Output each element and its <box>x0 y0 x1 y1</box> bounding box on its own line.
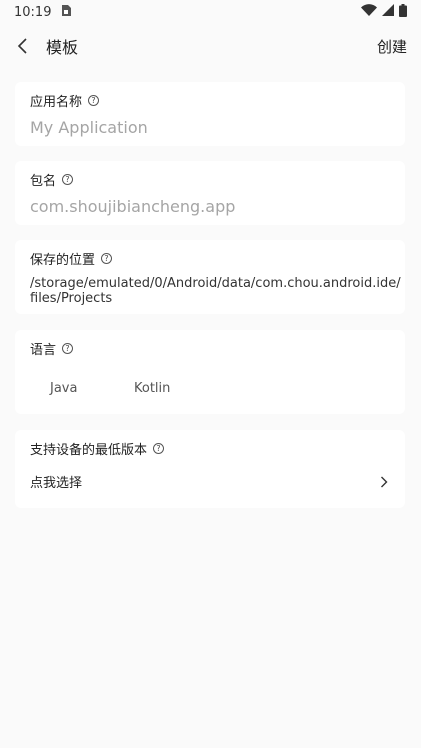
wifi-icon <box>361 4 377 20</box>
back-button[interactable] <box>12 35 34 57</box>
app-name-input[interactable] <box>30 118 390 137</box>
min-version-selector[interactable]: 点我选择 <box>30 472 388 491</box>
app-name-card: 应用名称 ? <box>15 82 405 146</box>
save-path-line-1: /storage/emulated/0/Android/data/com.cho… <box>30 276 401 291</box>
sim-card-icon <box>61 4 72 20</box>
save-location-card: 保存的位置 ? /storage/emulated/0/Android/data… <box>15 240 405 314</box>
app-bar: 模板 创建 <box>0 24 421 68</box>
min-version-label-row: 支持设备的最低版本 ? <box>30 439 165 458</box>
create-button[interactable]: 创建 <box>377 36 407 57</box>
language-option-kotlin[interactable]: Kotlin <box>134 381 170 396</box>
page-title: 模板 <box>46 38 79 57</box>
app-name-label-row: 应用名称 ? <box>30 91 100 110</box>
clock: 10:19 <box>14 4 52 20</box>
help-icon[interactable]: ? <box>153 443 165 454</box>
back-arrow-icon <box>17 38 27 54</box>
status-bar: 10:19 <box>0 0 421 24</box>
save-location-label-row: 保存的位置 ? <box>30 249 113 268</box>
package-label-row: 包名 ? <box>30 170 74 189</box>
package-name-input[interactable] <box>30 197 390 216</box>
language-option-java[interactable]: Java <box>50 381 77 396</box>
language-label-row: 语言 ? <box>30 339 74 358</box>
save-location-path[interactable]: /storage/emulated/0/Android/data/com.cho… <box>30 276 401 306</box>
language-label: 语言 <box>30 343 57 358</box>
package-card: 包名 ? <box>15 161 405 225</box>
min-version-card: 支持设备的最低版本 ? 点我选择 <box>15 430 405 508</box>
package-label: 包名 <box>30 174 57 189</box>
save-path-line-2: files/Projects <box>30 291 113 306</box>
app-name-label: 应用名称 <box>30 95 83 110</box>
min-version-label: 支持设备的最低版本 <box>30 443 148 458</box>
help-icon[interactable]: ? <box>88 95 100 106</box>
min-version-select-text: 点我选择 <box>30 476 83 491</box>
help-icon[interactable]: ? <box>62 343 74 354</box>
battery-icon <box>399 3 407 21</box>
help-icon[interactable]: ? <box>62 174 74 185</box>
help-icon[interactable]: ? <box>101 253 113 264</box>
language-card: 语言 ? Java Kotlin <box>15 330 405 414</box>
signal-icon <box>382 4 394 20</box>
chevron-right-icon <box>381 476 388 487</box>
save-location-label: 保存的位置 <box>30 253 96 268</box>
